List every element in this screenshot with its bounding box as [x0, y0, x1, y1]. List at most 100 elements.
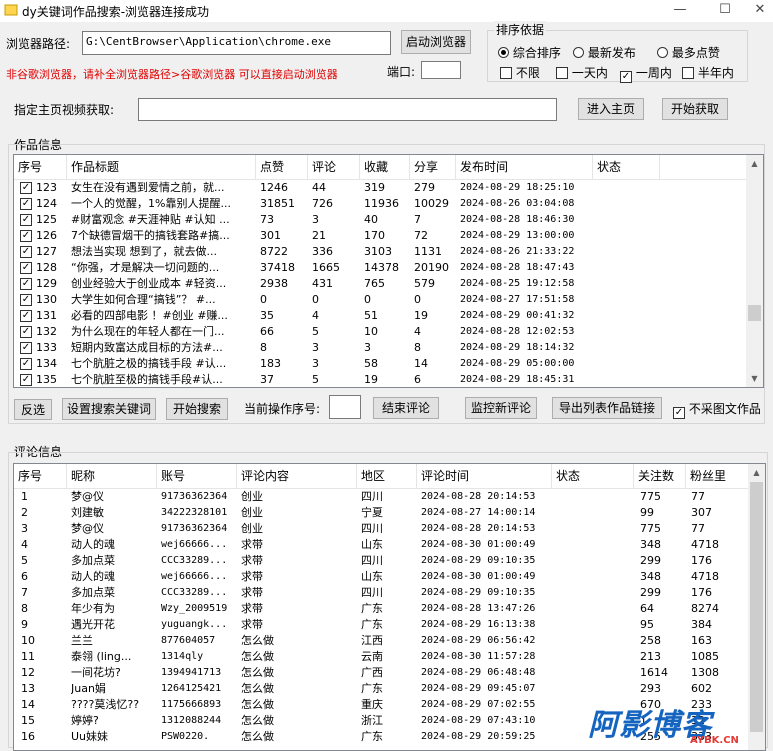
- works-list[interactable]: 序号 作品标题 点赞 评论 收藏 分享 发布时间 状态 ✓ 123 女生在没有遇到爱…: [13, 154, 764, 388]
- table-cell: 求带: [241, 618, 263, 631]
- checkbox-checked-icon[interactable]: ✓: [673, 407, 685, 419]
- minimize-icon[interactable]: —: [665, 0, 695, 22]
- range-unlimited[interactable]: 不限: [500, 64, 540, 81]
- radio-icon[interactable]: [573, 47, 584, 58]
- range-one-day[interactable]: 一天内: [556, 64, 608, 81]
- set-keyword-button[interactable]: 设置搜索关键词: [62, 398, 156, 420]
- col-header-status[interactable]: 状态: [593, 155, 660, 179]
- col-header-title[interactable]: 作品标题: [67, 155, 256, 179]
- table-row[interactable]: ✓ 134 七个肮脏之极的搞钱手段 #认... 183 3 58 14 2024-08-29 …: [14, 356, 763, 372]
- table-row[interactable]: 12 一间花坊? 1394941713 怎么做 广西 2024-08-29 06:48:4…: [14, 665, 765, 681]
- range-one-week[interactable]: ✓ 一周内: [620, 64, 672, 83]
- row-checkbox-checked-icon[interactable]: ✓: [20, 246, 32, 258]
- export-links-button[interactable]: 导出列表作品链接: [552, 397, 662, 419]
- row-checkbox-checked-icon[interactable]: ✓: [20, 262, 32, 274]
- table-row[interactable]: ✓ 132 为什么现在的年轻人都在一门... 66 5 10 4 2024-08-28 12:…: [14, 324, 763, 340]
- port-input[interactable]: [421, 61, 461, 79]
- scroll-thumb[interactable]: [750, 482, 763, 732]
- row-checkbox-checked-icon[interactable]: ✓: [20, 230, 32, 242]
- table-cell: 大学生如何合理“搞钱”？ #...: [71, 293, 216, 306]
- launch-browser-button[interactable]: 启动浏览器: [401, 30, 471, 54]
- checkbox-checked-icon[interactable]: ✓: [620, 71, 632, 83]
- row-checkbox-checked-icon[interactable]: ✓: [20, 374, 32, 386]
- maximize-icon[interactable]: ☐: [710, 0, 740, 22]
- table-row[interactable]: 11 泰翎 (ling... 1314qly 怎么做 云南 2024-08-30 11:5…: [14, 649, 765, 665]
- table-row[interactable]: ✓ 133 短期内致富达成目标的方法#... 8 3 3 8 2024-08-29 18:14…: [14, 340, 763, 356]
- invert-selection-button[interactable]: 反选: [14, 399, 52, 420]
- col-header-seq[interactable]: 序号: [14, 155, 67, 179]
- table-row[interactable]: ✓ 129 创业经验大于创业成本 #轻资... 2938 431 765 579 2024-0…: [14, 276, 763, 292]
- row-checkbox-checked-icon[interactable]: ✓: [20, 182, 32, 194]
- col-header-comment-time[interactable]: 评论时间: [417, 464, 552, 488]
- homepage-input[interactable]: [138, 98, 557, 121]
- end-comment-button[interactable]: 结束评论: [373, 397, 439, 419]
- row-checkbox-checked-icon[interactable]: ✓: [20, 294, 32, 306]
- row-checkbox-checked-icon[interactable]: ✓: [20, 358, 32, 370]
- checkbox-icon[interactable]: [500, 67, 512, 79]
- table-row[interactable]: ✓ 131 必看的四部电影 ！#创业 #赚... 35 4 51 19 2024-08-29 …: [14, 308, 763, 324]
- col-header-nickname[interactable]: 昵称: [67, 464, 157, 488]
- sort-option-comprehensive[interactable]: 综合排序: [498, 44, 561, 61]
- col-header-status[interactable]: 状态: [552, 464, 634, 488]
- start-fetch-button[interactable]: 开始获取: [662, 98, 728, 120]
- table-row[interactable]: 10 兰兰 877604057 怎么做 江西 2024-08-29 06:56:42 258…: [14, 633, 765, 649]
- table-row[interactable]: ✓ 126 7个缺德冒烟干的搞钱套路#搞... 301 21 170 72 2024-08-2…: [14, 228, 763, 244]
- scroll-down-icon[interactable]: ▼: [746, 370, 763, 387]
- col-header-comment[interactable]: 评论内容: [237, 464, 357, 488]
- table-row[interactable]: ✓ 130 大学生如何合理“搞钱”？ #... 0 0 0 0 2024-08-27 17:5…: [14, 292, 763, 308]
- table-row[interactable]: 1 梦@仪 91736362364 创业 四川 2024-08-28 20:14:53 77…: [14, 489, 765, 505]
- col-header-region[interactable]: 地区: [357, 464, 417, 488]
- col-header-likes[interactable]: 点赞: [256, 155, 308, 179]
- checkbox-icon[interactable]: [682, 67, 694, 79]
- row-checkbox-checked-icon[interactable]: ✓: [20, 342, 32, 354]
- start-search-button[interactable]: 开始搜索: [166, 398, 228, 420]
- close-icon[interactable]: ✕: [745, 0, 773, 22]
- checkbox-icon[interactable]: [556, 67, 568, 79]
- table-row[interactable]: ✓ 125 #财富观念 #天涯神贴 #认知 ... 73 3 40 7 2024-08-28 …: [14, 212, 763, 228]
- col-header-publish-time[interactable]: 发布时间: [456, 155, 593, 179]
- table-cell: 13: [21, 682, 35, 695]
- table-row[interactable]: 4 动人的魂 wej66666... 求带 山东 2024-08-30 01:00:49 3…: [14, 537, 765, 553]
- current-seq-input[interactable]: [329, 395, 361, 419]
- col-header-account[interactable]: 账号: [157, 464, 237, 488]
- radio-selected-icon[interactable]: [498, 47, 509, 58]
- table-row[interactable]: 5 多加点菜 CCC33289... 求带 四川 2024-08-29 09:10:35 2…: [14, 553, 765, 569]
- table-row[interactable]: 2 刘建敏 34222328101 创业 宁夏 2024-08-27 14:00:14 99…: [14, 505, 765, 521]
- col-header-comments[interactable]: 评论: [308, 155, 360, 179]
- row-checkbox-checked-icon[interactable]: ✓: [20, 310, 32, 322]
- table-row[interactable]: 9 遇光开花 yuguangk... 求带 广东 2024-08-29 16:13:38 9…: [14, 617, 765, 633]
- row-checkbox-checked-icon[interactable]: ✓: [20, 326, 32, 338]
- table-row[interactable]: 3 梦@仪 91736362364 创业 四川 2024-08-28 20:14:53 77…: [14, 521, 765, 537]
- table-row[interactable]: 13 Juan娟 1264125421 怎么做 广东 2024-08-29 09:45:0…: [14, 681, 765, 697]
- browser-path-input[interactable]: G:\CentBrowser\Application\chrome.exe: [82, 31, 391, 55]
- col-header-followers[interactable]: 粉丝里: [686, 464, 750, 488]
- row-checkbox-checked-icon[interactable]: ✓: [20, 278, 32, 290]
- row-checkbox-checked-icon[interactable]: ✓: [20, 214, 32, 226]
- sort-option-latest[interactable]: 最新发布: [573, 44, 636, 61]
- table-row[interactable]: ✓ 124 一个人的觉醒，1%靠别人提醒... 31851 726 11936 10029 2…: [14, 196, 763, 212]
- no-image-works-checkbox[interactable]: ✓ 不采图文作品: [673, 400, 761, 419]
- row-checkbox-checked-icon[interactable]: ✓: [20, 198, 32, 210]
- col-header-seq[interactable]: 序号: [14, 464, 67, 488]
- table-row[interactable]: 6 动人的魂 wej66666... 求带 山东 2024-08-30 01:00:49 3…: [14, 569, 765, 585]
- table-row[interactable]: 7 多加点菜 CCC33289... 求带 四川 2024-08-29 09:10:35 2…: [14, 585, 765, 601]
- col-header-shares[interactable]: 分享: [410, 155, 456, 179]
- table-row[interactable]: 8 年少有为 Wzy_2009519 求带 广东 2024-08-28 13:47:26 6…: [14, 601, 765, 617]
- monitor-comments-button[interactable]: 监控新评论: [465, 397, 537, 419]
- scroll-thumb[interactable]: [748, 305, 761, 321]
- col-header-favorites[interactable]: 收藏: [360, 155, 410, 179]
- table-row[interactable]: ✓ 128 “你强，才是解决一切问题的... 37418 1665 14378 20190 2…: [14, 260, 763, 276]
- col-header-following[interactable]: 关注数: [634, 464, 686, 488]
- scroll-up-icon[interactable]: ▲: [748, 464, 765, 481]
- table-row[interactable]: ✓ 123 女生在没有遇到爱情之前，就... 1246 44 319 279 2024-08-…: [14, 180, 763, 196]
- comments-scrollbar[interactable]: ▲: [748, 464, 765, 750]
- table-cell: 2938: [260, 277, 288, 290]
- sort-option-most-liked[interactable]: 最多点赞: [657, 44, 720, 61]
- radio-icon[interactable]: [657, 47, 668, 58]
- enter-homepage-button[interactable]: 进入主页: [578, 98, 644, 120]
- range-half-year[interactable]: 半年内: [682, 64, 734, 81]
- table-row[interactable]: ✓ 135 七个肮脏至极的搞钱手段#认... 37 5 19 6 2024-08-29 18:…: [14, 372, 763, 387]
- works-scrollbar[interactable]: ▲ ▼: [746, 155, 763, 387]
- scroll-up-icon[interactable]: ▲: [746, 155, 763, 172]
- table-row[interactable]: ✓ 127 想法当实现 想到了，就去做... 8722 336 3103 1131 2024-…: [14, 244, 763, 260]
